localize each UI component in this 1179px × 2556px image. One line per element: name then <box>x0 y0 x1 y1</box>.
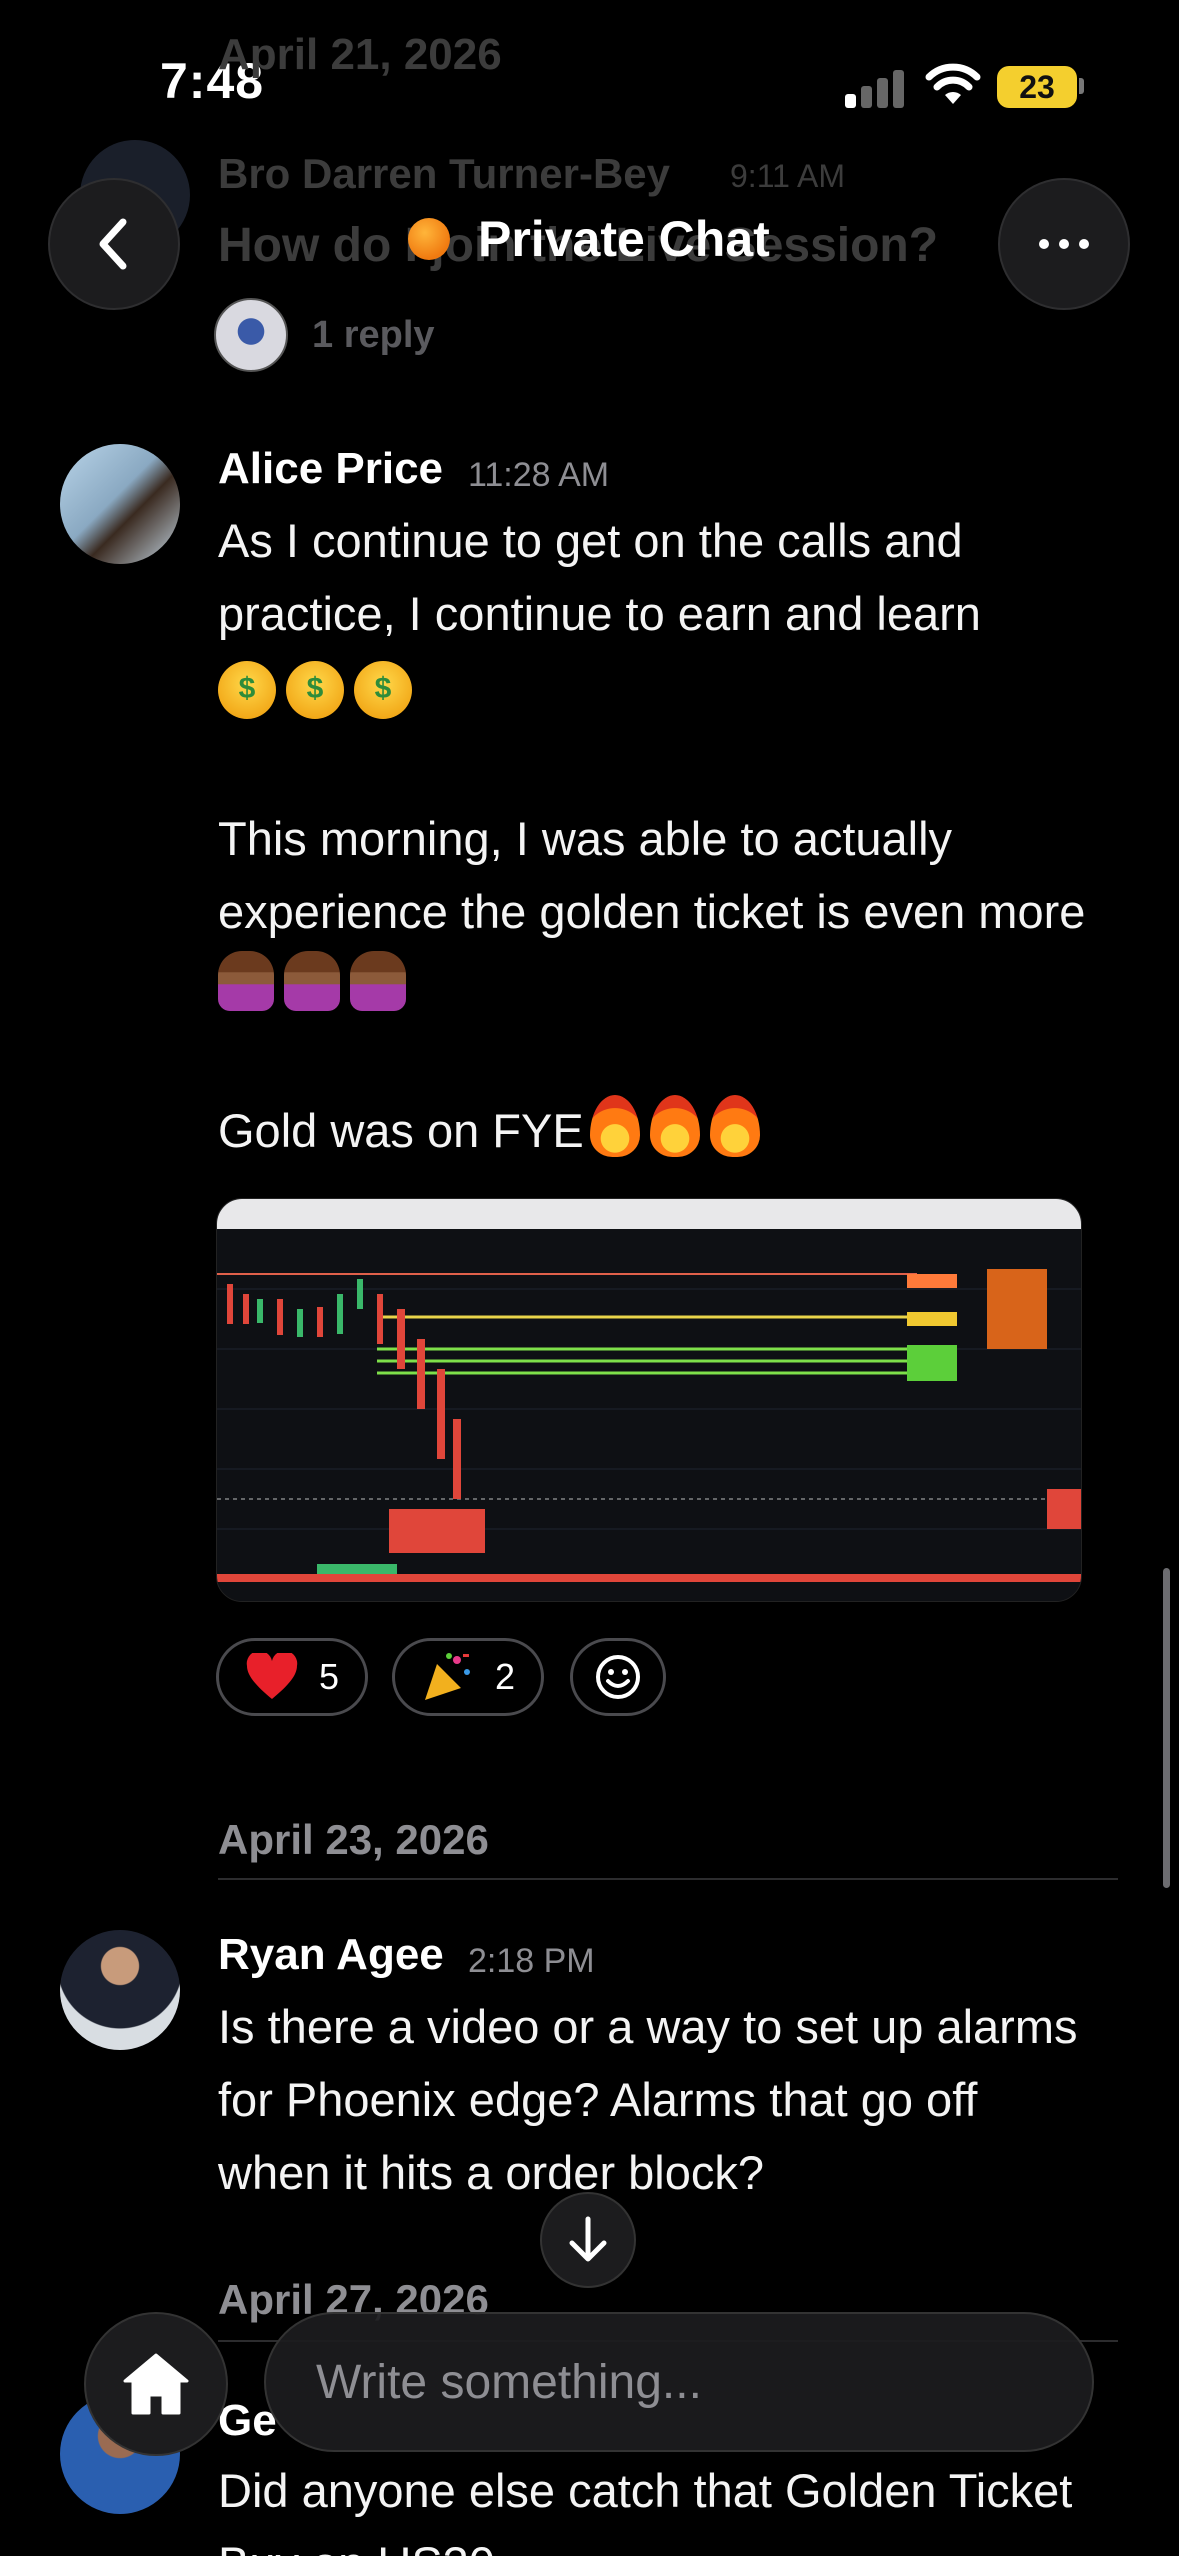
chat-dot-icon <box>408 218 450 260</box>
message-author[interactable]: Alice Price <box>218 444 443 494</box>
message-paragraph-2: This morning, I was able to actually exp… <box>218 802 1118 1021</box>
wifi-icon <box>925 63 981 104</box>
arrow-down-icon <box>569 2216 607 2262</box>
home-icon <box>123 2353 189 2415</box>
chevron-left-icon <box>99 218 127 270</box>
message-image-attachment[interactable] <box>216 1198 1082 1602</box>
trading-chart-photo <box>217 1199 1081 1601</box>
scrollbar[interactable] <box>1163 1568 1170 1888</box>
smiley-icon <box>596 1655 640 1699</box>
money-mouth-face-icon <box>354 652 412 725</box>
message-input[interactable] <box>316 2354 1092 2410</box>
avatar[interactable] <box>60 1930 180 2050</box>
reaction-party-button[interactable]: 2 <box>392 1638 544 1716</box>
more-options-button[interactable] <box>998 178 1130 310</box>
fire-icon <box>589 1095 640 1157</box>
message-author[interactable]: Ryan Agee <box>218 1930 444 1980</box>
battery-indicator: 23 <box>997 66 1077 108</box>
money-mouth-face-icon <box>218 652 276 725</box>
message-body: Is there a video or a way to set up alar… <box>218 2000 1078 2199</box>
message-body: Did anyone else catch that Golden Ticket… <box>218 2464 1073 2556</box>
back-button[interactable] <box>48 178 180 310</box>
scroll-to-bottom-button[interactable] <box>540 2192 636 2288</box>
message-paragraph-3: Gold was on FYE <box>218 1094 1118 1167</box>
fire-icon <box>649 1095 700 1157</box>
add-reaction-button[interactable] <box>570 1638 666 1716</box>
date-divider <box>218 1878 1118 1880</box>
chat-title-group[interactable]: Private Chat <box>408 210 770 268</box>
ghost-author: Bro Darren Turner-Bey <box>218 150 670 197</box>
message-time: 11:28 AM <box>468 456 610 494</box>
battery-tip <box>1079 78 1084 94</box>
reply-count-link[interactable]: 1 reply <box>312 314 435 357</box>
message-paragraph: As I continue to get on the calls and pr… <box>218 514 981 640</box>
emoji-row <box>218 652 1118 729</box>
ghost-date-separator: April 21, 2026 <box>218 30 502 79</box>
person-tipping-hand-icon <box>284 951 340 1011</box>
ellipsis-icon <box>1039 239 1089 249</box>
reaction-count: 5 <box>318 1656 339 1697</box>
ghost-time: 9:11 AM <box>730 158 846 194</box>
person-tipping-hand-icon <box>350 951 406 1011</box>
party-popper-icon <box>424 1653 470 1700</box>
avatar[interactable] <box>60 444 180 564</box>
message-composer[interactable] <box>264 2312 1094 2452</box>
message-paragraph-text: Gold was on FYE <box>218 1104 584 1157</box>
heart-icon <box>246 1653 298 1699</box>
money-mouth-face-icon <box>286 652 344 725</box>
message-time: 2:18 PM <box>468 1942 595 1980</box>
reaction-count: 2 <box>494 1656 515 1697</box>
reaction-heart-button[interactable]: 5 <box>216 1638 368 1716</box>
message-paragraph-text: This morning, I was able to actually exp… <box>218 812 1086 938</box>
reply-avatar <box>214 298 288 372</box>
chat-title: Private Chat <box>478 211 770 267</box>
message-body: As I continue to get on the calls and pr… <box>218 504 1118 1167</box>
cellular-signal-icon <box>845 68 905 108</box>
home-button[interactable] <box>84 2312 228 2456</box>
date-separator: April 23, 2026 <box>218 1816 489 1863</box>
fire-icon <box>709 1095 760 1157</box>
person-tipping-hand-icon <box>218 951 274 1011</box>
